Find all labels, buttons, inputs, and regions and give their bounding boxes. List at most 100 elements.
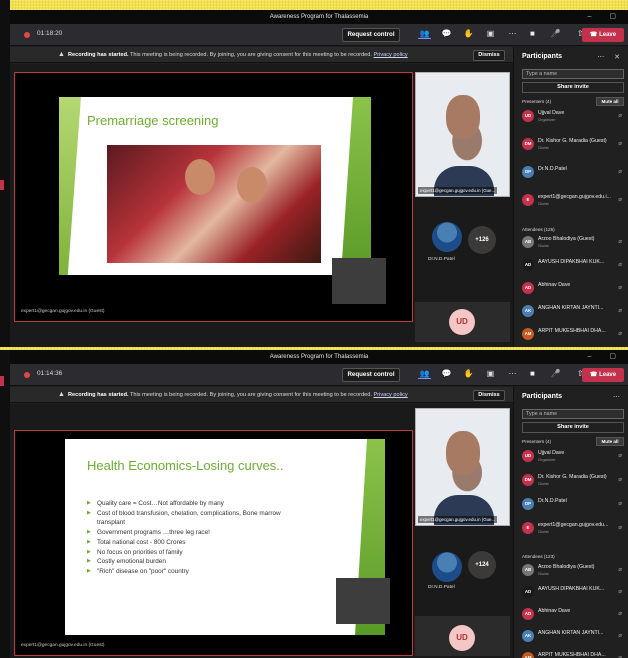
slide-bullet: Government programs …three leg race! bbox=[87, 528, 297, 538]
window-title: Awareness Program for Thalassemia bbox=[269, 14, 369, 20]
slide-bullet: "Rich" disease on "poor" country bbox=[87, 567, 297, 577]
banner-text: This meeting is being recorded. By joini… bbox=[130, 392, 372, 398]
banner-bold: Recording has started. bbox=[67, 52, 129, 58]
rooms-icon[interactable]: ▣ bbox=[484, 29, 497, 39]
privacy-link[interactable]: Privacy policy bbox=[374, 392, 408, 398]
presenter-video[interactable]: expert1@gecgan.gujgov.edu.in (Gue... bbox=[415, 408, 510, 526]
camera-icon[interactable]: ■ bbox=[530, 369, 535, 378]
reactions-icon[interactable]: ✋ bbox=[462, 369, 475, 379]
participant-row[interactable]: Eexpert1@gecgan.gujgov.edu.i... Guest ⌀ bbox=[522, 193, 624, 209]
mic-off-icon[interactable]: 🎤 bbox=[551, 29, 561, 38]
participant-row[interactable]: AM ARPIT MUKESHBHAI DHA... ⌀ bbox=[522, 651, 624, 658]
participant-row[interactable]: AD Abhinav Dave ⌀ bbox=[522, 281, 624, 297]
participant-role: Guest bbox=[538, 481, 549, 486]
mute-all-button[interactable]: Mute all bbox=[596, 437, 624, 446]
presenters-label[interactable]: Presenters (4) bbox=[522, 439, 551, 444]
participant-video-thumb[interactable] bbox=[432, 552, 462, 582]
request-control-button[interactable]: Request control bbox=[342, 368, 400, 382]
privacy-link[interactable]: Privacy policy bbox=[374, 52, 408, 58]
more-icon[interactable]: ⋯ bbox=[506, 369, 519, 379]
participant-row[interactable]: UD Ujjval Dave Organizer ⌀ bbox=[522, 109, 624, 125]
share-invite-button[interactable]: Share invite bbox=[522, 422, 624, 433]
presenters-label[interactable]: Presenters (4) bbox=[522, 99, 551, 104]
participant-row[interactable]: AD Abhinav Dave ⌀ bbox=[522, 607, 624, 623]
participant-row[interactable]: AD AAYUSH DIPAKBHAI KUK... ⌀ bbox=[522, 258, 624, 274]
attendees-label[interactable]: Attendees (125) bbox=[522, 227, 555, 232]
camera-icon[interactable]: ■ bbox=[530, 29, 535, 38]
share-invite-button[interactable]: Share invite bbox=[522, 82, 624, 93]
participant-role: Guest bbox=[538, 145, 549, 150]
participant-name: expert1@gecgan.gujgov.edu... bbox=[538, 522, 609, 528]
ud-tile[interactable]: UD bbox=[415, 616, 510, 656]
participant-row[interactable]: UD Ujjval Dave Organizer ⌀ bbox=[522, 449, 624, 465]
recording-icon bbox=[24, 32, 30, 38]
slide-bullet: Costly emotional burden bbox=[87, 557, 297, 567]
participant-row[interactable]: AK ANGHAN KIRTAN JAYNTI... ⌀ bbox=[522, 629, 624, 645]
participant-row[interactable]: Eexpert1@gecgan.gujgov.edu... Guest ⌀ bbox=[522, 521, 624, 537]
panel-close-icon[interactable]: ⋯ bbox=[613, 393, 624, 401]
avatar: AK bbox=[522, 305, 534, 317]
participant-name: ANGHAN KIRTAN JAYNTI... bbox=[538, 630, 604, 636]
participant-row[interactable]: DM Dr. Kishor G. Maradia (Guest) Guest ⌀ bbox=[522, 473, 624, 489]
more-icon[interactable]: ⋯ bbox=[506, 29, 519, 39]
participant-name: ARPIT MUKESHBHAI DHA... bbox=[538, 328, 606, 334]
mute-all-button[interactable]: Mute all bbox=[596, 97, 624, 106]
avatar: DM bbox=[522, 138, 534, 150]
more-participants-count[interactable]: +124 bbox=[468, 551, 496, 579]
participants-icon[interactable]: 👥 bbox=[418, 369, 431, 379]
search-input[interactable]: Type a name bbox=[522, 409, 624, 419]
chat-icon[interactable]: 💬 bbox=[440, 29, 453, 39]
leave-button[interactable]: ☎ Leave bbox=[582, 28, 624, 42]
mic-off-icon: ⌀ bbox=[618, 285, 622, 291]
participant-name: Abhinav Dave bbox=[538, 282, 571, 288]
participant-row[interactable]: AM ARPIT MUKESHBHAI DHA... ⌀ bbox=[522, 327, 624, 343]
presenter-video[interactable]: expert1@gecgan.gujgov.edu.in (Gue... bbox=[415, 72, 510, 197]
video-face bbox=[446, 431, 480, 475]
participant-row[interactable]: DM Dr. Kishor G. Maradia (Guest) Guest ⌀ bbox=[522, 137, 624, 153]
participant-name: AAYUSH DIPAKBHAI KUK... bbox=[538, 586, 605, 592]
request-control-button[interactable]: Request control bbox=[342, 28, 400, 42]
mic-off-icon: ⌀ bbox=[618, 567, 622, 573]
dismiss-button[interactable]: Dismiss bbox=[473, 50, 505, 61]
more-participants-count[interactable]: +126 bbox=[468, 226, 496, 254]
mic-off-icon[interactable]: 🎤 bbox=[551, 369, 561, 378]
participant-row[interactable]: AB Arzoo Bhalodiya (Guest) Guest ⌀ bbox=[522, 235, 624, 251]
participant-name: Dr. Kishor G. Maradia (Guest) bbox=[538, 138, 607, 144]
attendees-label[interactable]: Attendees (123) bbox=[522, 554, 555, 559]
participant-video-thumb[interactable] bbox=[432, 222, 462, 252]
meeting-stage: Premarriage screening expert1@gecgan.guj… bbox=[10, 64, 513, 347]
leave-label: Leave bbox=[599, 372, 617, 378]
self-view bbox=[336, 578, 390, 624]
panel-close-icon[interactable]: ⋯ ✕ bbox=[597, 53, 624, 61]
thumb-name: Dr.N.D.Patel bbox=[428, 585, 455, 590]
dismiss-button[interactable]: Dismiss bbox=[473, 390, 505, 401]
participants-icon[interactable]: 👥 bbox=[418, 29, 431, 39]
chat-icon[interactable]: 💬 bbox=[440, 369, 453, 379]
participant-row[interactable]: DP Dr.N.D.Patel ⌀ bbox=[522, 165, 624, 181]
title-bar: Awareness Program for Thalassemia – ▢ bbox=[10, 10, 628, 24]
participant-row[interactable]: DP Dr.N.D.Patel ⌀ bbox=[522, 497, 624, 513]
window-controls[interactable]: – ▢ bbox=[588, 10, 624, 24]
window-controls[interactable]: – ▢ bbox=[588, 350, 624, 364]
participant-name: Arzoo Bhalodiya (Guest) bbox=[538, 236, 595, 242]
ud-avatar: UD bbox=[449, 309, 475, 335]
participant-name: ARPIT MUKESHBHAI DHA... bbox=[538, 652, 606, 658]
participant-row[interactable]: AB Arzoo Bhalodiya (Guest) Guest ⌀ bbox=[522, 563, 624, 579]
participant-name: expert1@gecgan.gujgov.edu.i... bbox=[538, 194, 611, 200]
participant-role: Guest bbox=[538, 571, 549, 576]
participant-row[interactable]: AD AAYUSH DIPAKBHAI KUK... ⌀ bbox=[522, 585, 624, 601]
meeting-timer: 01:14:36 bbox=[37, 370, 63, 377]
participant-name: AAYUSH DIPAKBHAI KUK... bbox=[538, 259, 605, 265]
participant-role: Guest bbox=[538, 201, 549, 206]
search-input[interactable]: Type a name bbox=[522, 69, 624, 79]
ud-tile[interactable]: UD bbox=[415, 302, 510, 342]
meeting-toolbar: 01:18:20 Request control 👥 💬 ✋ ▣ ⋯ ■ 🎤 ⇧… bbox=[10, 24, 628, 46]
leave-button[interactable]: ☎ Leave bbox=[582, 368, 624, 382]
rooms-icon[interactable]: ▣ bbox=[484, 369, 497, 379]
reactions-icon[interactable]: ✋ bbox=[462, 29, 475, 39]
slide-title: Health Economics-Losing curves.. bbox=[87, 458, 284, 473]
participant-row[interactable]: AK ANGHAN KIRTAN JAYNTI... ⌀ bbox=[522, 304, 624, 320]
mic-off-icon: ⌀ bbox=[618, 239, 622, 245]
mic-off-icon: ⌀ bbox=[618, 169, 622, 175]
avatar: AM bbox=[522, 652, 534, 658]
